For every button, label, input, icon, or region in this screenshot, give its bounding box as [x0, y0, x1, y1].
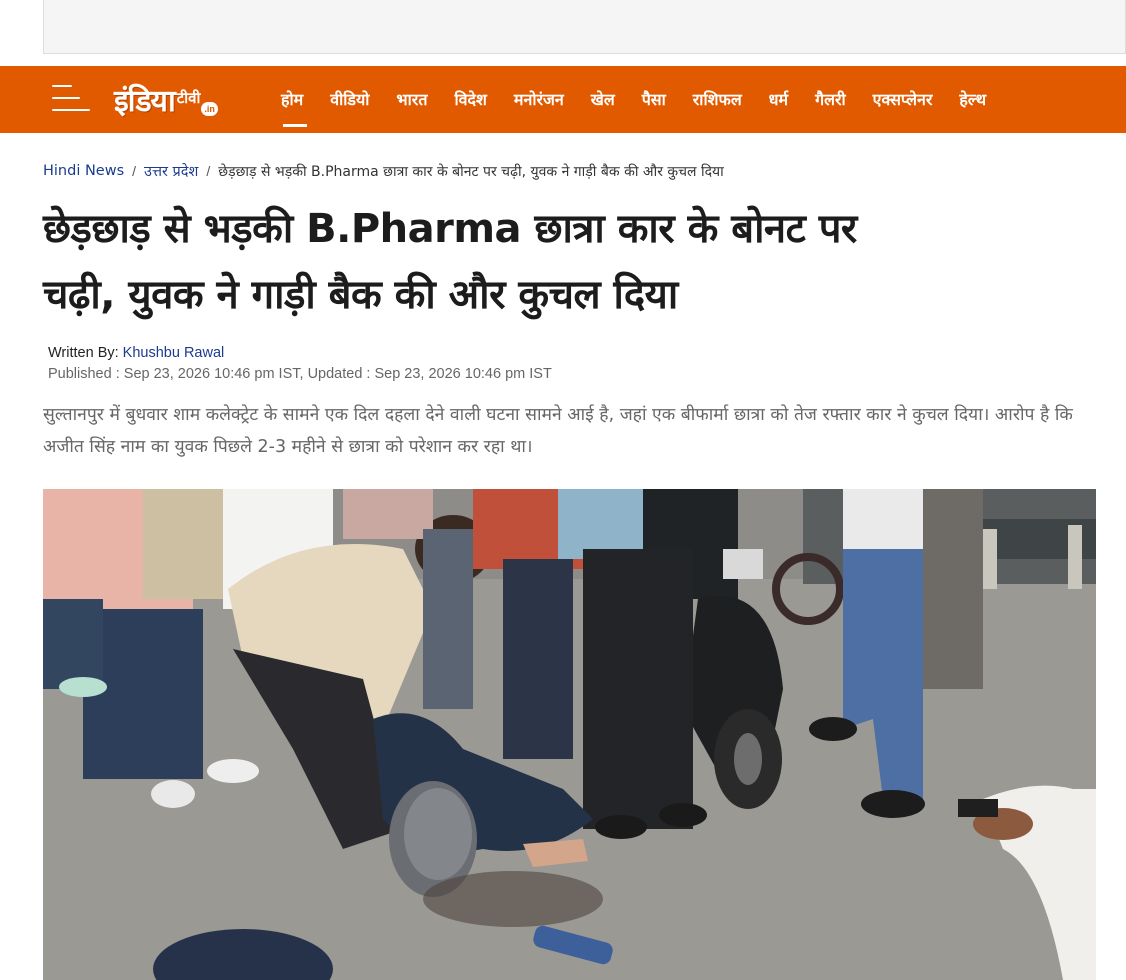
nav-item-sports[interactable]: खेल — [591, 66, 615, 133]
nav-item-india[interactable]: भारत — [396, 66, 427, 133]
main-navbar: इंडिया टीवी .in होम वीडियो भारत विदेश मन… — [0, 66, 1126, 133]
breadcrumb-separator: / — [206, 163, 211, 179]
nav-menu: होम वीडियो भारत विदेश मनोरंजन खेल पैसा र… — [281, 66, 1013, 133]
breadcrumb-current: छेड़छाड़ से भड़की B.Pharma छात्रा कार के… — [218, 163, 724, 180]
nav-item-explainer[interactable]: एक्सप्लेनर — [873, 66, 933, 133]
headline-line-2: चढ़ी, युवक ने गाड़ी बैक की और कुचल दिया — [43, 272, 678, 318]
nav-item-gallery[interactable]: गैलरी — [815, 66, 846, 133]
logo-sub-text: टीवी — [176, 89, 201, 107]
nav-item-video[interactable]: वीडियो — [330, 66, 369, 133]
written-by-label: Written By: — [48, 345, 119, 361]
top-ad-placeholder — [43, 0, 1126, 54]
breadcrumb: Hindi News / उत्तर प्रदेश / छेड़छाड़ से … — [43, 160, 724, 182]
breadcrumb-section-link[interactable]: उत्तर प्रदेश — [144, 161, 198, 181]
headline-line-1: छेड़छाड़ से भड़की B.Pharma छात्रा कार के… — [43, 206, 857, 252]
article-meta: Written By: Khushbu Rawal Published : Se… — [48, 343, 552, 385]
breadcrumb-home-link[interactable]: Hindi News — [43, 163, 124, 179]
nav-item-money[interactable]: पैसा — [642, 66, 666, 133]
logo-main-text: इंडिया — [114, 84, 176, 119]
nav-item-horoscope[interactable]: राशिफल — [693, 66, 742, 133]
article-summary: सुल्तानपुर में बुधवार शाम कलेक्ट्रेट के … — [43, 405, 1073, 457]
nav-item-religion[interactable]: धर्म — [769, 66, 788, 133]
article-hero-image — [43, 489, 1096, 980]
nav-item-world[interactable]: विदेश — [454, 66, 486, 133]
hamburger-menu-icon[interactable] — [52, 83, 90, 113]
article-headline: छेड़छाड़ से भड़की B.Pharma छात्रा कार के… — [43, 196, 1103, 328]
logo-domain-badge: .in — [201, 102, 218, 116]
publish-timestamp: Published : Sep 23, 2026 10:46 pm IST, U… — [48, 366, 552, 382]
nav-item-home[interactable]: होम — [281, 66, 308, 133]
breadcrumb-separator: / — [132, 163, 137, 179]
author-link[interactable]: Khushbu Rawal — [123, 345, 225, 361]
nav-item-entertainment[interactable]: मनोरंजन — [514, 66, 564, 133]
nav-item-health[interactable]: हेल्थ — [959, 66, 986, 133]
site-logo[interactable]: इंडिया टीवी .in — [114, 78, 218, 122]
